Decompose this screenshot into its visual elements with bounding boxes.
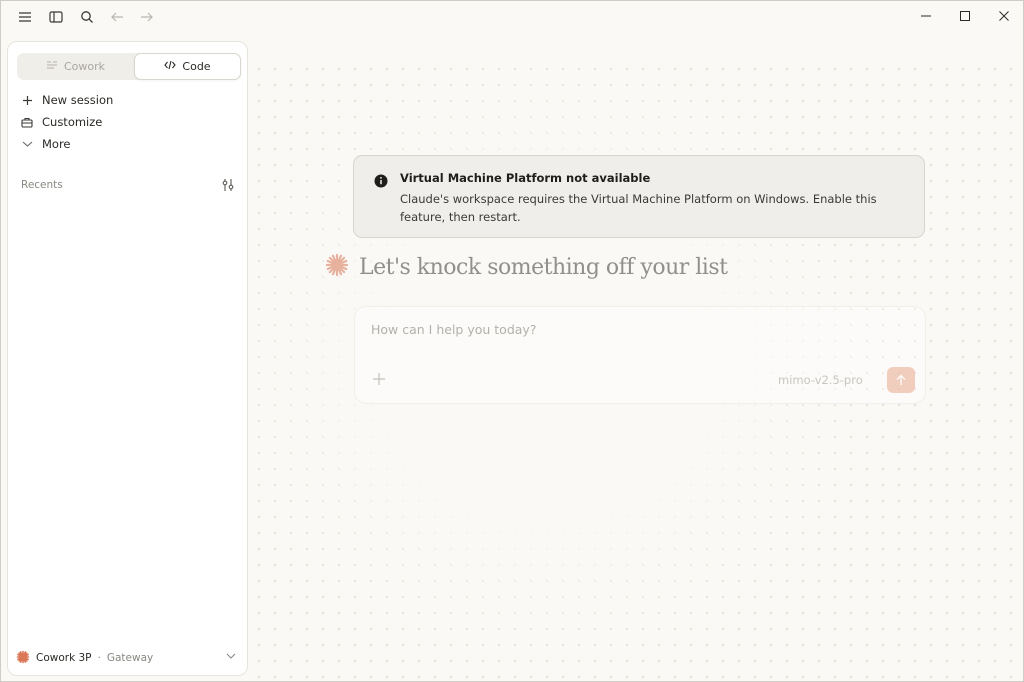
banner-title: Virtual Machine Platform not available (400, 171, 651, 185)
hero: Let's knock something off your list (325, 251, 728, 283)
hero-headline: Let's knock something off your list (359, 254, 728, 280)
sidebar-item-label: More (42, 137, 71, 151)
cowork-icon (46, 60, 58, 73)
banner-message: Claude's workspace requires the Virtual … (400, 192, 877, 224)
sidebar-item-new-session[interactable]: New session (20, 90, 240, 110)
arrow-left-icon[interactable] (106, 6, 128, 28)
sidebar-item-more[interactable]: More (20, 134, 240, 154)
account-separator: · (97, 652, 101, 664)
app-window: Cowork Code New session Customize More R… (0, 0, 1024, 682)
claude-logo-icon (16, 650, 30, 667)
tab-code[interactable]: Code (134, 53, 241, 80)
add-attachment-icon[interactable] (372, 371, 388, 387)
sidebar-item-label: Customize (42, 115, 103, 129)
maximize-icon[interactable] (945, 1, 985, 31)
mode-toggle: Cowork Code (17, 53, 241, 80)
chevron-down-icon (226, 651, 236, 663)
tab-code-label: Code (182, 60, 211, 73)
send-button[interactable] (887, 367, 915, 393)
model-selector[interactable]: mimo-v2.5-pro (778, 373, 863, 387)
sidebar: Cowork Code New session Customize More R… (7, 41, 248, 676)
info-icon (374, 173, 388, 188)
tab-cowork[interactable]: Cowork (17, 53, 134, 80)
filter-icon[interactable] (221, 177, 237, 193)
minimize-icon[interactable] (906, 1, 946, 31)
arrow-right-icon[interactable] (136, 6, 158, 28)
code-icon (164, 60, 177, 73)
search-icon[interactable] (76, 6, 98, 28)
recents-heading: Recents (21, 179, 63, 191)
account-name: Cowork 3P (36, 652, 92, 664)
tab-cowork-label: Cowork (63, 60, 106, 73)
account-switcher[interactable]: Cowork 3P · Gateway (16, 649, 238, 667)
menu-icon[interactable] (14, 6, 36, 28)
vm-platform-banner: Virtual Machine Platform not available C… (353, 155, 925, 238)
arrow-up-icon (895, 371, 907, 390)
sidebar-toggle-icon[interactable] (45, 6, 67, 28)
briefcase-icon (20, 115, 34, 129)
prompt-composer[interactable]: How can I help you today? mimo-v2.5-pro (354, 306, 926, 404)
sidebar-item-customize[interactable]: Customize (20, 112, 240, 132)
sidebar-item-label: New session (42, 93, 114, 107)
plus-icon (20, 93, 34, 107)
account-gateway: Gateway (106, 652, 154, 664)
title-bar (1, 1, 1023, 33)
chevron-down-icon (20, 137, 34, 151)
prompt-input[interactable]: How can I help you today? (371, 322, 536, 337)
close-icon[interactable] (984, 1, 1023, 31)
claude-logo-icon (325, 253, 349, 281)
